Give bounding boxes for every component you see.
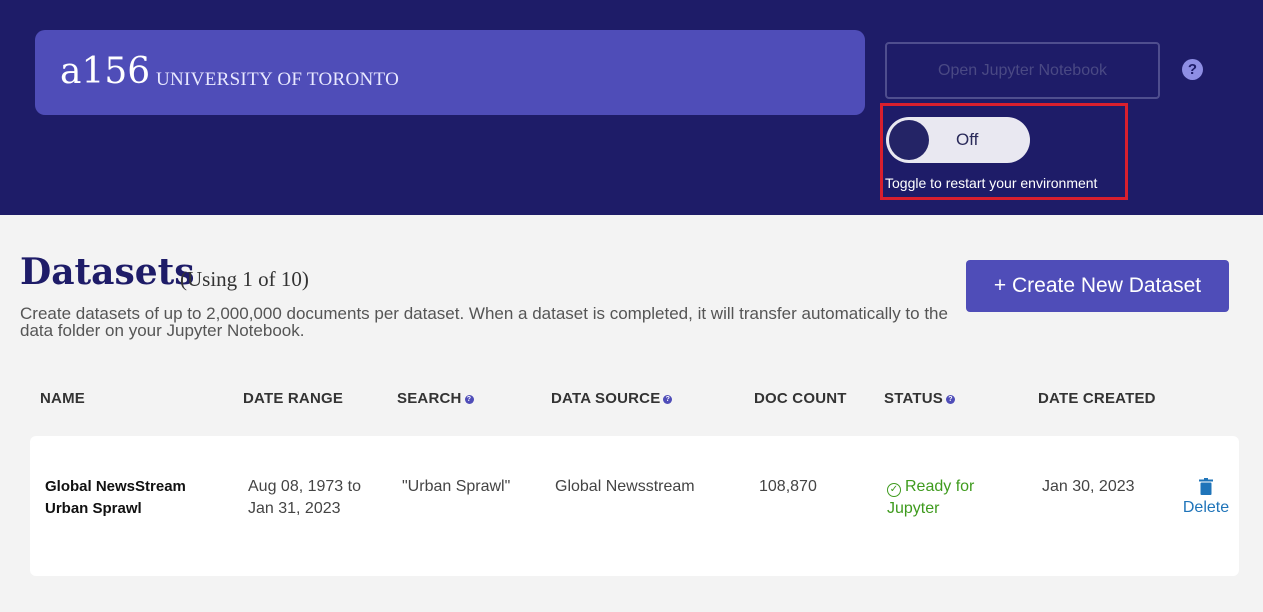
dataset-date-range: Aug 08, 1973 to Jan 31, 2023 [248, 478, 361, 517]
organization-card: a156 UNIVERSITY OF TORONTO [35, 30, 865, 115]
trash-icon [1199, 478, 1213, 495]
page-title: Datasets [20, 251, 195, 293]
dataset-date-created: Jan 30, 2023 [1042, 478, 1135, 495]
dataset-data-source: Global Newsstream [555, 478, 695, 495]
info-icon[interactable]: ? [945, 394, 955, 404]
check-circle-icon: ✓ [887, 483, 901, 497]
dataset-search: "Urban Sprawl" [402, 478, 511, 495]
column-header-name[interactable]: NAME [40, 390, 85, 407]
column-header-doc-count[interactable]: DOC COUNT [754, 390, 847, 407]
help-icon[interactable]: ? [1182, 59, 1203, 80]
toggle-state-label: Off [956, 130, 979, 149]
dataset-status: ✓ Ready for Jupyter [887, 476, 997, 520]
column-header-date-created[interactable]: DATE CREATED [1038, 390, 1156, 407]
toggle-knob [889, 120, 929, 160]
page-description: Create datasets of up to 2,000,000 docum… [20, 304, 948, 340]
toggle-caption: Toggle to restart your environment [885, 175, 1098, 191]
info-icon[interactable]: ? [663, 394, 673, 404]
column-header-date-range[interactable]: DATE RANGE [243, 390, 343, 407]
column-header-status[interactable]: STATUS? [884, 390, 955, 407]
delete-dataset-button[interactable]: Delete [1180, 478, 1232, 517]
dataset-usage: (Using 1 of 10) [180, 267, 309, 291]
dataset-doc-count: 108,870 [759, 478, 817, 495]
open-jupyter-notebook-button[interactable]: Open Jupyter Notebook [885, 42, 1160, 99]
environment-toggle[interactable]: Off [886, 117, 1030, 163]
header: a156 UNIVERSITY OF TORONTO Open Jupyter … [0, 0, 1263, 215]
table-row: Global NewsStream Urban Sprawl Aug 08, 1… [30, 436, 1239, 576]
column-header-data-source[interactable]: DATA SOURCE? [551, 390, 673, 407]
column-header-search[interactable]: SEARCH? [397, 390, 474, 407]
status-text: Ready for Jupyter [887, 478, 975, 517]
create-new-dataset-button[interactable]: + Create New Dataset [966, 260, 1229, 312]
delete-label: Delete [1182, 499, 1230, 516]
org-code: a156 [60, 51, 151, 92]
dataset-name[interactable]: Global NewsStream Urban Sprawl [45, 476, 215, 520]
org-name: UNIVERSITY OF TORONTO [156, 69, 400, 90]
info-icon[interactable]: ? [464, 394, 474, 404]
